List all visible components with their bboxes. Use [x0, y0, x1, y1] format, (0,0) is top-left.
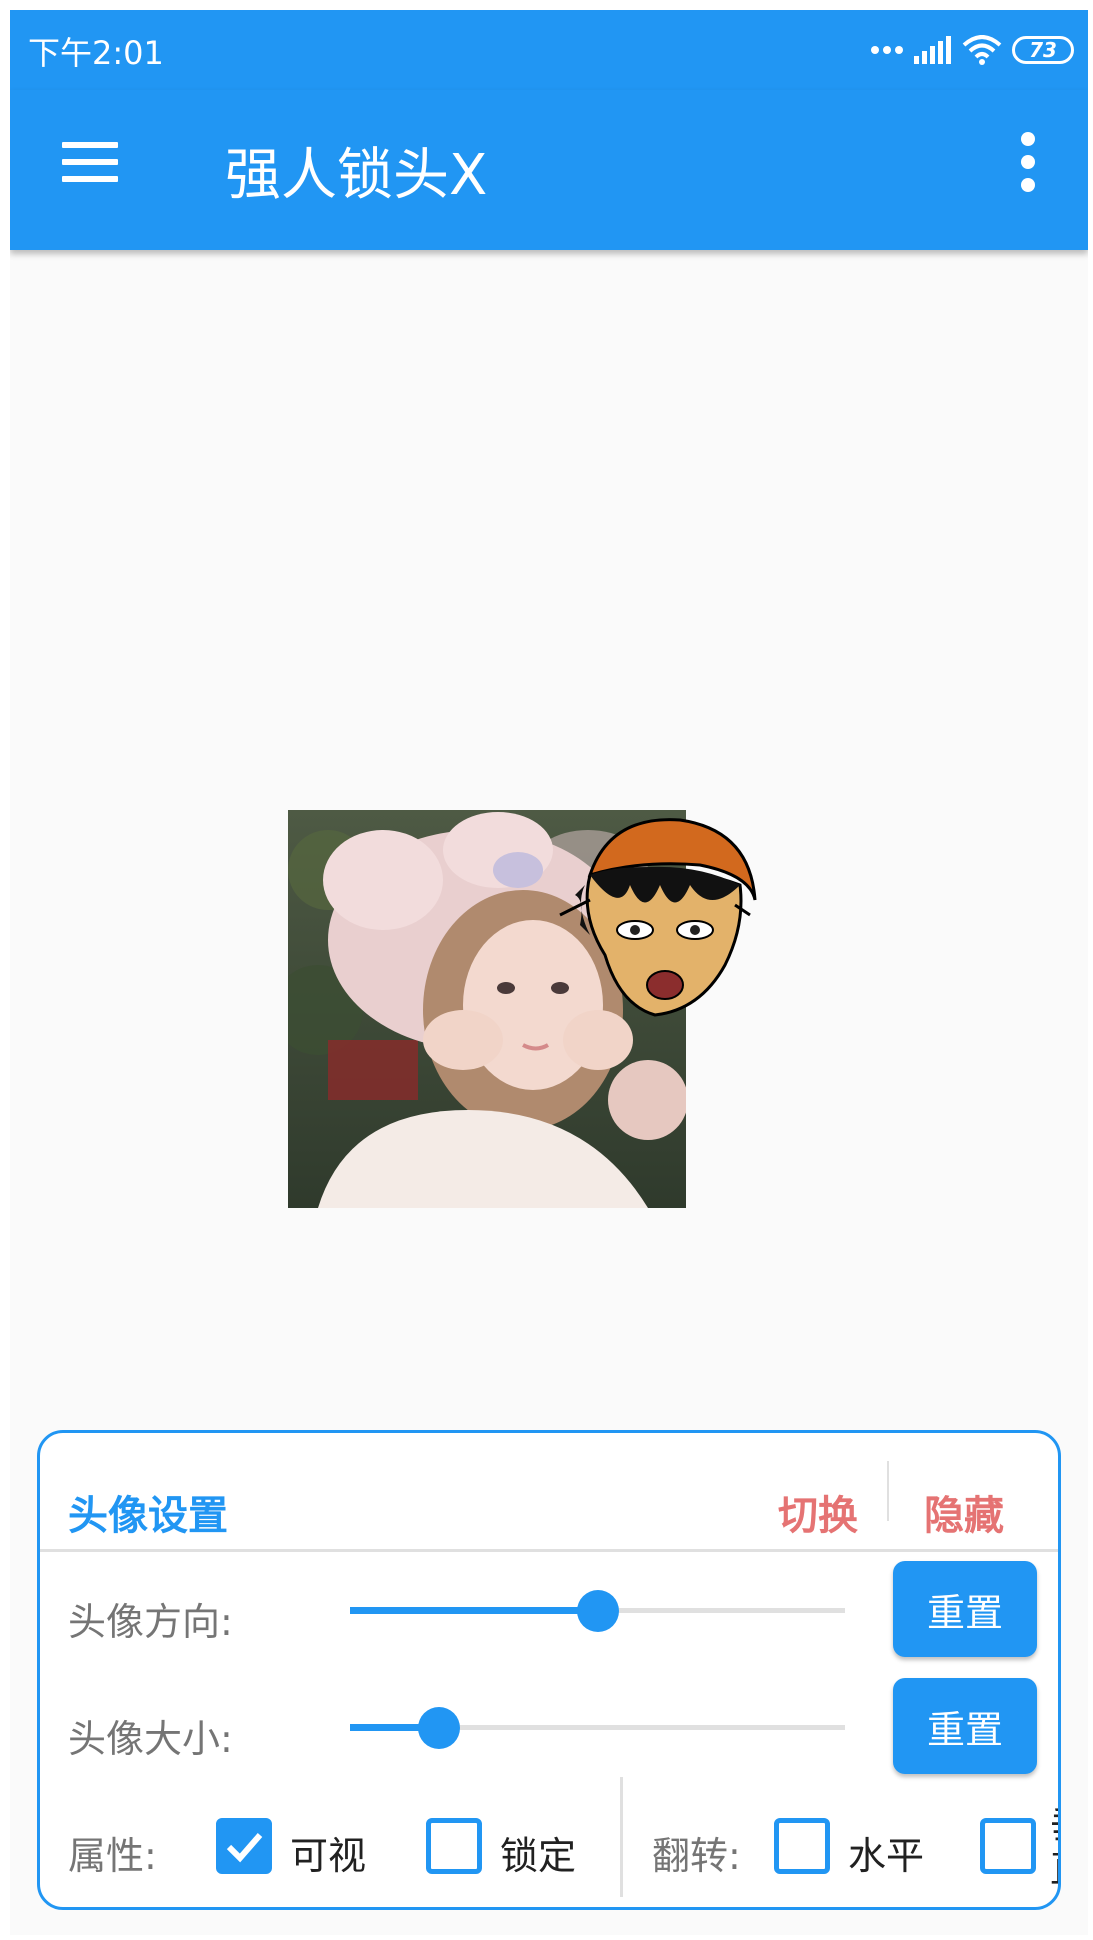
attributes-label: 属性:	[68, 1834, 157, 1878]
status-bar: 下午2:01 73	[10, 10, 1088, 90]
flip-vertical-label: 垂直	[1050, 1803, 1058, 1891]
size-reset-button[interactable]: 重置	[893, 1678, 1037, 1774]
size-slider[interactable]	[350, 1702, 845, 1752]
overflow-menu-icon[interactable]	[1018, 130, 1038, 194]
battery-indicator: 73	[1012, 36, 1074, 64]
avatar-settings-panel: 头像设置 切换 隐藏 头像方向: 重置 头像大小: 重置 属性: 可视 锁定 翻…	[37, 1430, 1061, 1910]
direction-label: 头像方向:	[68, 1600, 233, 1644]
switch-button[interactable]: 切换	[778, 1483, 858, 1541]
panel-title: 头像设置	[68, 1493, 228, 1539]
flip-label: 翻转:	[652, 1834, 741, 1878]
more-dots-icon	[871, 46, 903, 54]
lock-checkbox[interactable]	[426, 1818, 482, 1874]
signal-icon	[914, 36, 951, 64]
visible-checkbox[interactable]	[216, 1818, 272, 1874]
lock-label: 锁定	[500, 1834, 577, 1878]
hide-button[interactable]: 隐藏	[924, 1483, 1004, 1541]
status-time: 下午2:01	[28, 34, 164, 72]
header-divider	[887, 1461, 889, 1521]
flip-horizontal-label: 水平	[848, 1834, 925, 1878]
size-label: 头像大小:	[68, 1717, 233, 1761]
slider-thumb[interactable]	[576, 1590, 619, 1632]
checkmark-icon	[226, 1833, 263, 1863]
app-title: 强人锁头X	[225, 143, 488, 208]
attributes-divider	[620, 1777, 623, 1897]
direction-reset-button[interactable]: 重置	[893, 1561, 1037, 1657]
avatar-sticker	[559, 818, 757, 1017]
hamburger-menu-icon[interactable]	[62, 142, 118, 182]
wifi-icon	[962, 35, 1002, 65]
slider-thumb[interactable]	[418, 1707, 461, 1749]
app-bar: 强人锁头X	[10, 90, 1088, 250]
status-icons: 73	[870, 30, 1074, 70]
visible-label: 可视	[290, 1834, 367, 1878]
panel-divider	[40, 1549, 1058, 1552]
flip-vertical-checkbox[interactable]	[980, 1818, 1036, 1874]
flip-horizontal-checkbox[interactable]	[774, 1818, 830, 1874]
direction-slider[interactable]	[350, 1585, 845, 1635]
app-screen: 下午2:01 73 强人锁头X 头像设置 切换 隐藏 头像方向: 重置 头像大小…	[10, 10, 1088, 1935]
slider-fill	[350, 1607, 598, 1614]
